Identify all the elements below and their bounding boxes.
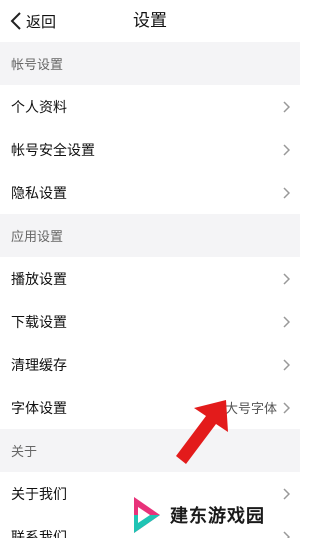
settings-item-label: 下载设置: [11, 314, 67, 331]
chevron-left-icon: [10, 12, 21, 30]
font-size-value: 大号字体: [224, 402, 277, 417]
settings-item-privacy[interactable]: 隐私设置: [0, 171, 300, 214]
section-header-account: 帐号设置: [0, 42, 300, 85]
chevron-right-icon: [283, 143, 290, 156]
chevron-right-icon: [283, 315, 290, 328]
watermark: 建东游戏园: [132, 492, 300, 538]
settings-item-label: 隐私设置: [11, 185, 67, 202]
watermark-text: 建东游戏园: [170, 506, 265, 527]
back-button[interactable]: 返回: [10, 8, 56, 34]
settings-item-profile[interactable]: 个人资料: [0, 85, 300, 128]
settings-item-download[interactable]: 下载设置: [0, 300, 300, 343]
settings-item-font[interactable]: 字体设置 大号字体: [0, 386, 300, 429]
annotation-arrow-icon: [176, 400, 228, 464]
settings-item-label: 个人资料: [11, 99, 67, 116]
chevron-right-icon: [283, 186, 290, 199]
section-header-app: 应用设置: [0, 214, 300, 257]
settings-item-label: 清理缓存: [11, 357, 67, 374]
settings-item-clear-cache[interactable]: 清理缓存: [0, 343, 300, 386]
settings-item-playback[interactable]: 播放设置: [0, 257, 300, 300]
settings-item-label: 帐号安全设置: [11, 142, 95, 159]
chevron-right-icon: [283, 272, 290, 285]
chevron-right-icon: [283, 100, 290, 113]
chevron-right-icon: [283, 401, 290, 414]
settings-item-account-security[interactable]: 帐号安全设置: [0, 128, 300, 171]
back-label: 返回: [26, 12, 57, 31]
top-bar: 返回 设置: [0, 0, 300, 42]
chevron-right-icon: [283, 358, 290, 371]
section-header-about: 关于: [0, 429, 300, 472]
watermark-logo-icon: [134, 497, 160, 533]
settings-item-label: 播放设置: [11, 271, 67, 288]
